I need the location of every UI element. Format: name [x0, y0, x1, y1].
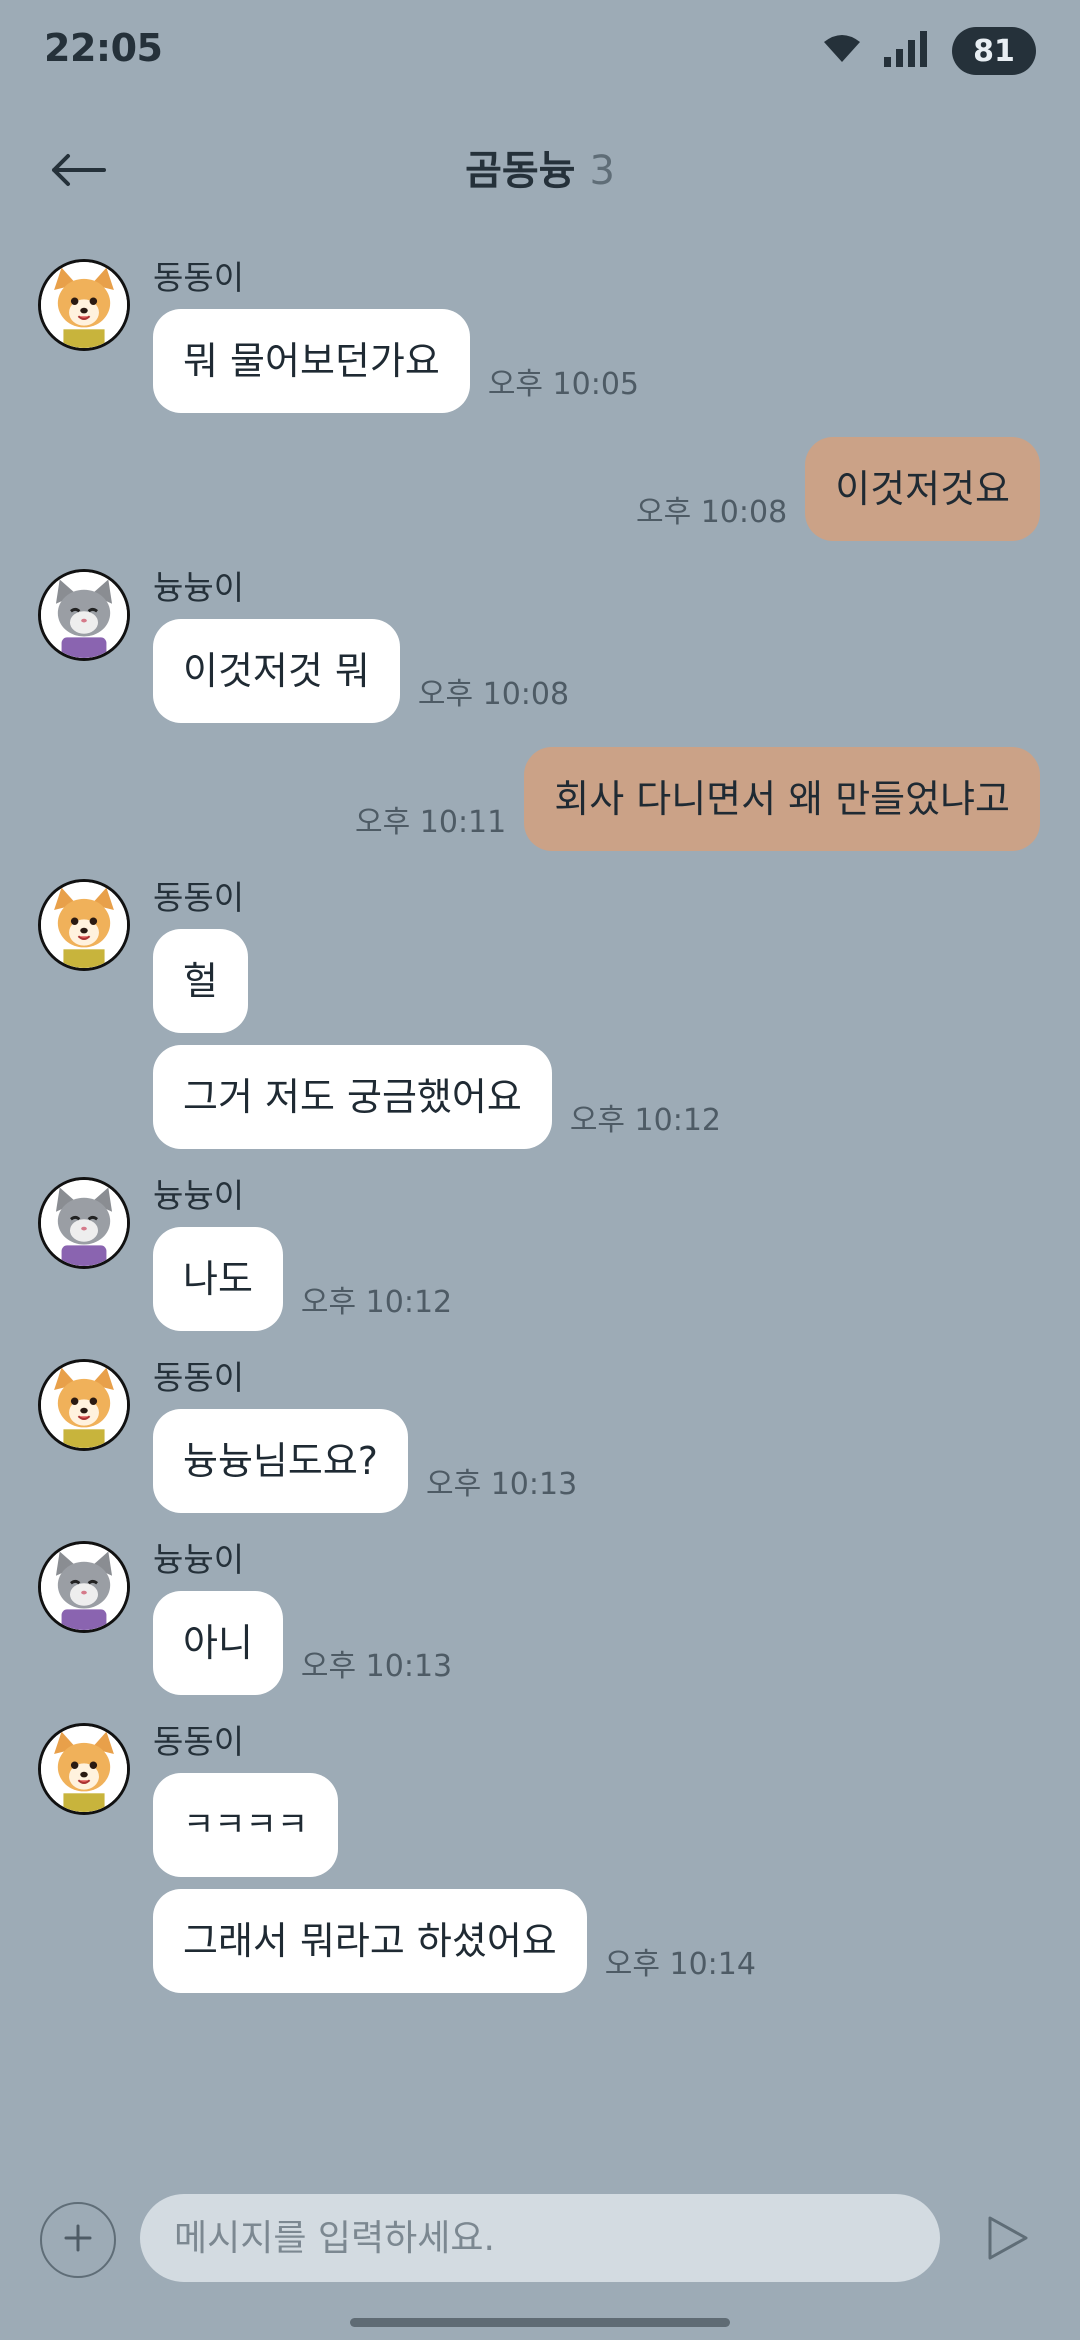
status-bar: 22:05 81 — [0, 0, 1080, 100]
sender-name: 동동이 — [153, 878, 245, 917]
sender-name: 늉늉이 — [153, 1540, 245, 1579]
member-count: 3 — [589, 148, 615, 194]
message-bubble[interactable]: 그거 저도 궁금했어요 — [153, 1045, 552, 1149]
message-time: 오후 10:08 — [417, 677, 570, 712]
message-group: 늉늉이 이것저것 뭐 오후 10:08 — [0, 565, 1080, 723]
message-time: 오후 10:11 — [355, 805, 507, 840]
message-group: 늉늉이 아니 오후 10:13 — [0, 1537, 1080, 1695]
message-time: 오후 10:13 — [425, 1467, 578, 1502]
message-row: 늉늉님도요? 오후 10:13 — [153, 1409, 1080, 1513]
plus-icon — [62, 2222, 94, 2258]
message-group: 동동이 헐 그거 저도 궁금했어요 오후 10:12 — [0, 875, 1080, 1149]
message-time: 오후 10:12 — [300, 1285, 453, 1320]
cat-avatar[interactable] — [38, 1541, 130, 1633]
sender-name: 동동이 — [153, 1722, 245, 1761]
dog-avatar[interactable] — [38, 879, 130, 971]
message-row: 아니 오후 10:13 — [153, 1591, 1080, 1695]
my-message-row: 오후 10:11 회사 다니면서 왜 만들었냐고 — [0, 747, 1080, 851]
attach-button[interactable] — [40, 2202, 116, 2278]
message-row: 그거 저도 궁금했어요 오후 10:12 — [153, 1045, 1080, 1149]
message-list[interactable]: 동동이 뭐 물어보던가요 오후 10:05 오후 10:08 이것저것요 늉늉이… — [0, 255, 1080, 2017]
message-time: 오후 10:14 — [604, 1947, 756, 1982]
message-bubble[interactable]: 헐 — [153, 929, 248, 1033]
message-row: 이것저것 뭐 오후 10:08 — [153, 619, 1080, 723]
message-bubble[interactable]: 아니 — [153, 1591, 283, 1695]
message-time: 오후 10:12 — [569, 1103, 722, 1138]
message-input[interactable] — [140, 2194, 940, 2282]
sender-name: 늉늉이 — [153, 1176, 245, 1215]
my-message-row: 오후 10:08 이것저것요 — [0, 437, 1080, 541]
message-bubble[interactable]: 뭐 물어보던가요 — [153, 309, 470, 413]
sender-name: 늉늉이 — [153, 568, 245, 607]
message-row: ㅋㅋㅋㅋ — [153, 1773, 1080, 1877]
dog-avatar[interactable] — [38, 1723, 130, 1815]
message-row: 뭐 물어보던가요 오후 10:05 — [153, 309, 1080, 413]
status-icons: 81 — [822, 26, 1036, 76]
send-icon — [986, 2214, 1030, 2266]
message-group: 동동이 뭐 물어보던가요 오후 10:05 — [0, 255, 1080, 413]
message-bubble[interactable]: 나도 — [153, 1227, 283, 1331]
battery-indicator: 81 — [952, 27, 1036, 75]
status-time: 22:05 — [44, 26, 163, 70]
message-row: 나도 오후 10:12 — [153, 1227, 1080, 1331]
message-group: 동동이 ㅋㅋㅋㅋ 그래서 뭐라고 하셨어요 오후 10:14 — [0, 1719, 1080, 1993]
message-time: 오후 10:08 — [635, 495, 788, 530]
dog-avatar[interactable] — [38, 1359, 130, 1451]
message-bubble[interactable]: 늉늉님도요? — [153, 1409, 408, 1513]
cat-avatar[interactable] — [38, 1177, 130, 1269]
chat-title-area: 곰동늉 3 — [0, 138, 1080, 196]
sender-name: 동동이 — [153, 258, 245, 297]
sender-name: 동동이 — [153, 1358, 245, 1397]
dog-avatar[interactable] — [38, 259, 130, 351]
message-group: 동동이 늉늉님도요? 오후 10:13 — [0, 1355, 1080, 1513]
message-input-bar — [0, 2190, 1080, 2290]
home-indicator[interactable] — [350, 2318, 730, 2327]
signal-icon — [884, 31, 930, 71]
message-group: 늉늉이 나도 오후 10:12 — [0, 1173, 1080, 1331]
cat-avatar[interactable] — [38, 569, 130, 661]
message-bubble[interactable]: ㅋㅋㅋㅋ — [153, 1773, 339, 1877]
message-time: 오후 10:13 — [300, 1649, 453, 1684]
chat-header: 곰동늉 3 — [0, 110, 1080, 220]
send-button[interactable] — [970, 2202, 1046, 2278]
message-time: 오후 10:05 — [487, 367, 640, 402]
message-bubble[interactable]: 이것저것 뭐 — [153, 619, 400, 723]
message-bubble[interactable]: 그래서 뭐라고 하셨어요 — [153, 1889, 587, 1993]
message-row: 그래서 뭐라고 하셨어요 오후 10:14 — [153, 1889, 1080, 1993]
my-message-bubble[interactable]: 이것저것요 — [805, 437, 1040, 541]
chat-title: 곰동늉 — [465, 148, 576, 194]
wifi-icon — [822, 34, 862, 68]
message-row: 헐 — [153, 929, 1080, 1033]
my-message-bubble[interactable]: 회사 다니면서 왜 만들었냐고 — [524, 747, 1040, 851]
